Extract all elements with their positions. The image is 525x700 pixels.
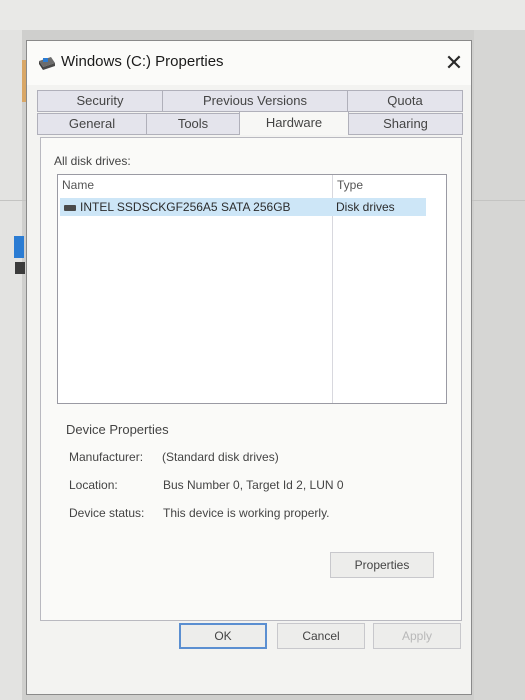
- hardware-panel: All disk drives: Name Type INTEL SSDSCKG…: [40, 137, 462, 621]
- manufacturer-value: (Standard disk drives): [162, 450, 279, 464]
- background-icon: [15, 262, 25, 274]
- all-disk-drives-label: All disk drives:: [54, 154, 131, 168]
- disk-drive-icon: [64, 205, 76, 211]
- disk-drives-list[interactable]: Name Type INTEL SSDSCKGF256A5 SATA 256GB…: [57, 174, 447, 404]
- tab-security[interactable]: Security: [37, 90, 163, 112]
- desktop-background-left: [0, 30, 22, 700]
- windows-logo-icon: [14, 236, 24, 258]
- cancel-button[interactable]: Cancel: [277, 623, 365, 649]
- tab-tools[interactable]: Tools: [146, 113, 240, 135]
- location-value: Bus Number 0, Target Id 2, LUN 0: [163, 478, 344, 492]
- drive-name: INTEL SSDSCKGF256A5 SATA 256GB: [80, 200, 291, 214]
- tab-sharing[interactable]: Sharing: [348, 113, 463, 135]
- tab-quota[interactable]: Quota: [347, 90, 463, 112]
- tab-hardware[interactable]: Hardware: [239, 111, 349, 135]
- manufacturer-label: Manufacturer:: [69, 450, 144, 464]
- list-item[interactable]: INTEL SSDSCKGF256A5 SATA 256GB Disk driv…: [60, 198, 426, 216]
- tab-previous-versions[interactable]: Previous Versions: [162, 90, 348, 112]
- ok-button[interactable]: OK: [179, 623, 267, 649]
- title-bar: Windows (C:) Properties ✕: [27, 41, 471, 85]
- device-status-value: This device is working properly.: [163, 506, 330, 520]
- column-header-name[interactable]: Name: [58, 175, 332, 196]
- column-header-type[interactable]: Type: [333, 175, 443, 196]
- drive-type: Disk drives: [336, 200, 395, 214]
- location-label: Location:: [69, 478, 118, 492]
- properties-dialog: Windows (C:) Properties ✕ Security Previ…: [26, 40, 472, 695]
- desktop-background-top: [0, 0, 525, 30]
- drive-icon: [39, 57, 55, 70]
- device-properties-heading: Device Properties: [66, 422, 169, 437]
- window-title: Windows (C:) Properties: [61, 53, 224, 70]
- properties-button[interactable]: Properties: [330, 552, 434, 578]
- tab-general[interactable]: General: [37, 113, 147, 135]
- device-status-label: Device status:: [69, 506, 145, 520]
- close-button[interactable]: ✕: [437, 48, 471, 78]
- apply-button[interactable]: Apply: [373, 623, 461, 649]
- desktop-background-right: [474, 30, 525, 700]
